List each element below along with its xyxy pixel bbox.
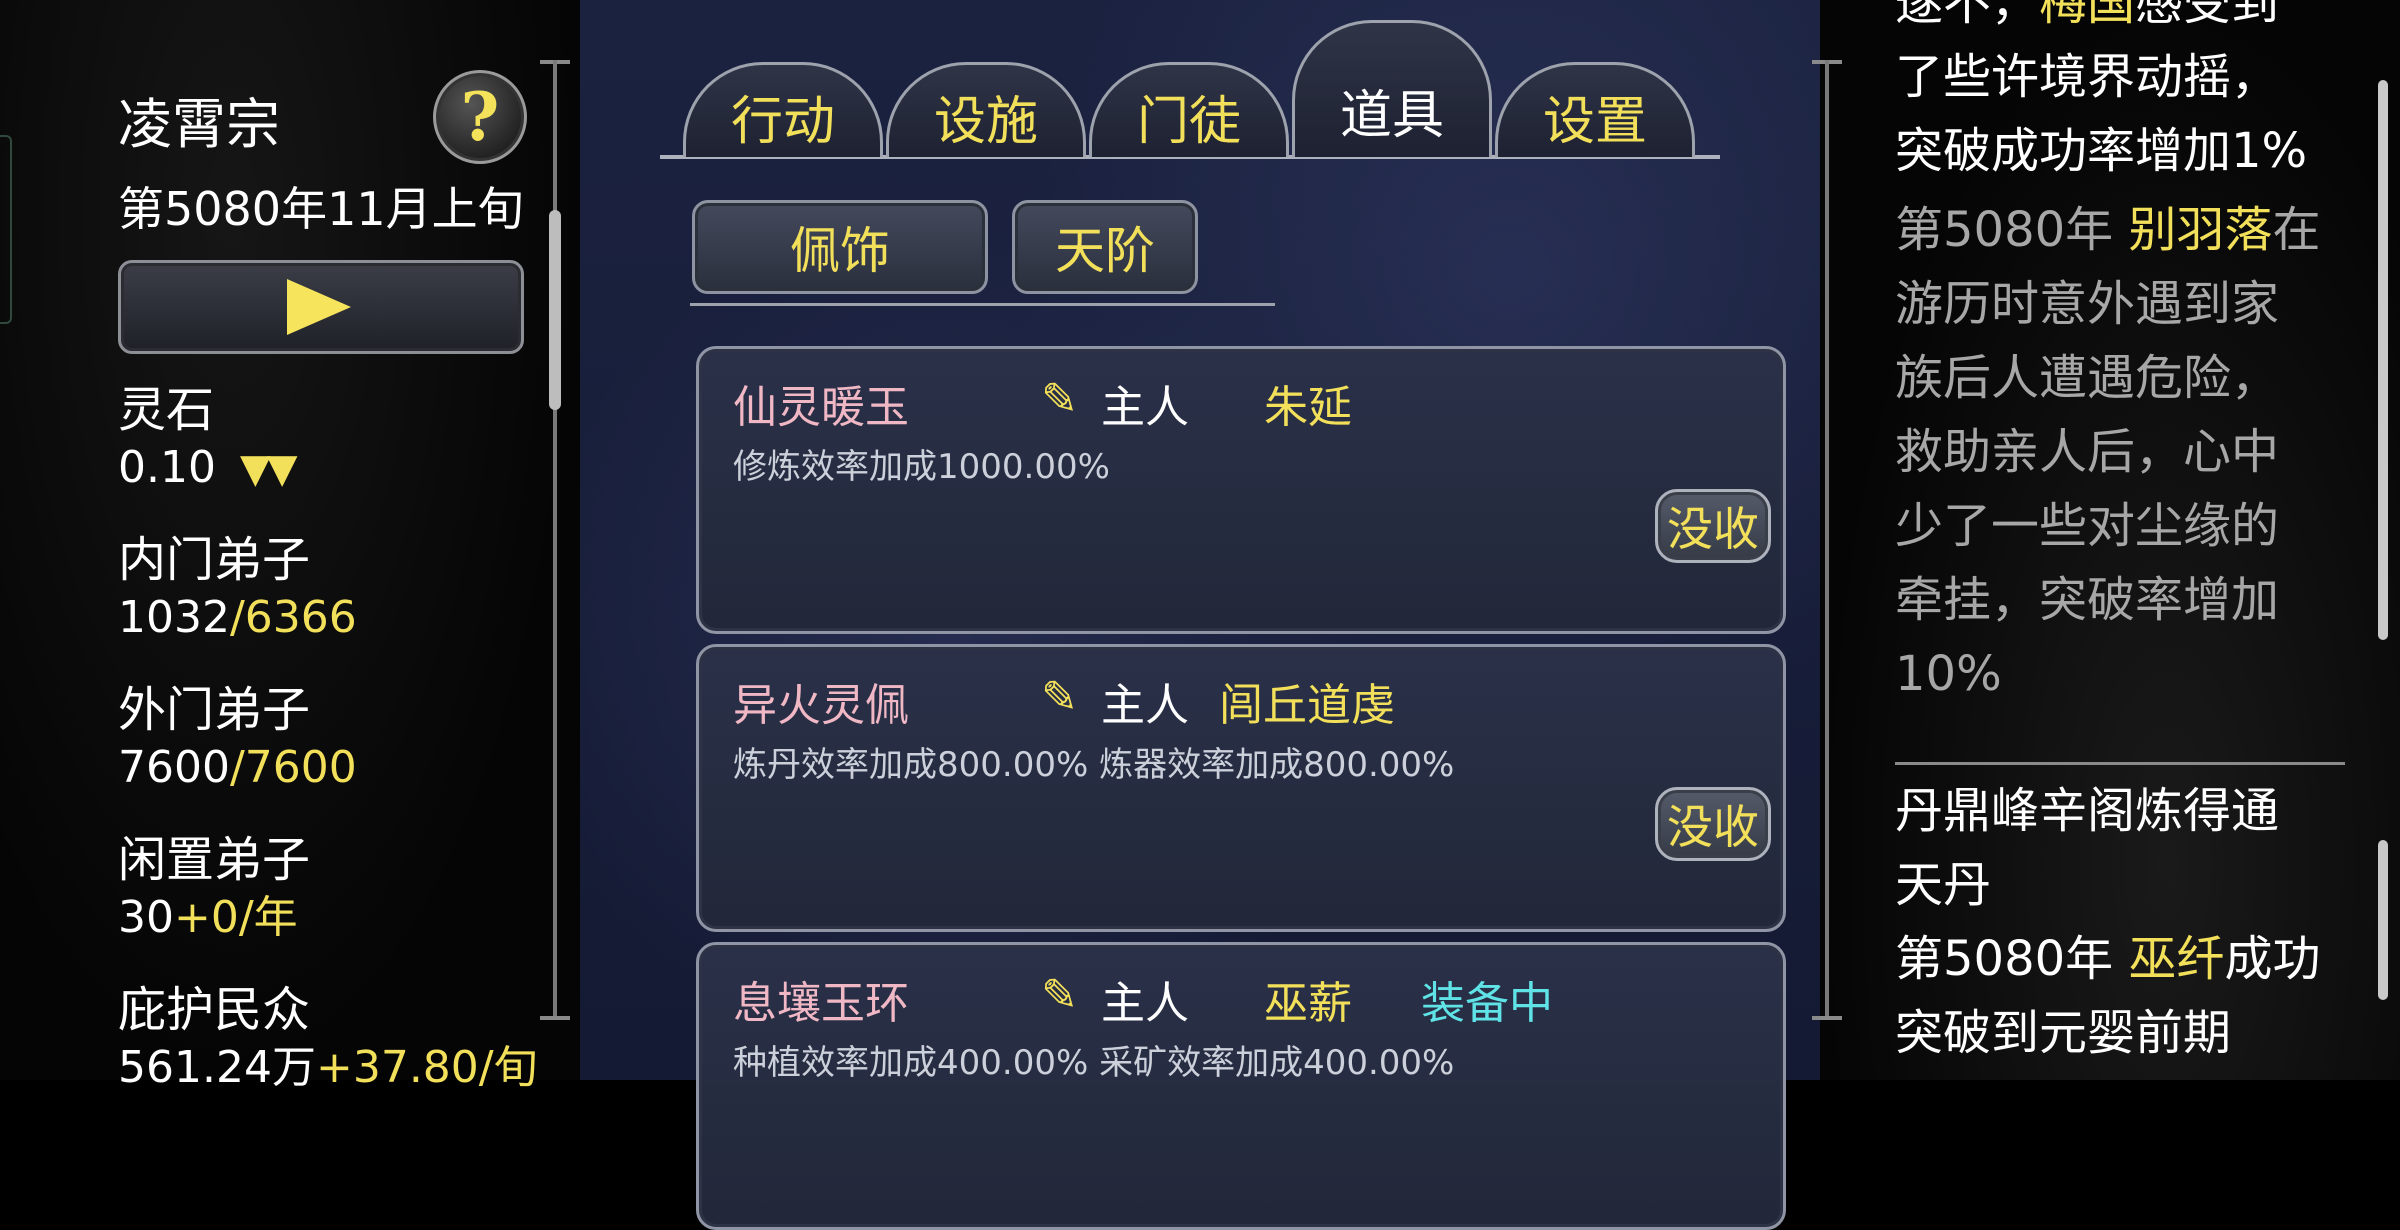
log-text: 救助亲人后，心中	[1895, 424, 2280, 480]
help-button[interactable]: ?	[433, 70, 527, 164]
log-name: 别羽落	[2128, 202, 2273, 258]
log-text: 游历时意外遇到家	[1895, 276, 2280, 332]
stat-label: 闲置弟子	[118, 832, 311, 888]
advance-time-button[interactable]	[118, 260, 524, 354]
stat-value: 7600	[118, 742, 230, 793]
item-effect: 炼丹效率加成800.00% 炼器效率加成800.00%	[733, 745, 1455, 785]
stat-label: 灵石	[118, 382, 215, 438]
edit-pencil-icon[interactable]: ✎	[1041, 973, 1087, 1019]
log-text: 感受到	[2135, 0, 2280, 31]
log-scrollbar-rail	[1812, 60, 1842, 1020]
log-divider	[1895, 762, 2345, 765]
log-text: 族后人遭遇危险，	[1895, 350, 2280, 406]
owner-label: 主人	[1101, 680, 1189, 731]
stat-outer-disciples: 外门弟子 7600/7600	[118, 680, 357, 796]
owner-name[interactable]: 朱延	[1264, 371, 1352, 435]
left-scrollbar[interactable]	[540, 60, 570, 1020]
item-card: 息壤玉环 ✎ 主人 巫薪 装备中 种植效率加成400.00% 采矿效率加成400…	[696, 942, 1786, 1230]
stat-rate: +0/年	[174, 892, 298, 943]
owner-name[interactable]: 闾丘道虔	[1219, 669, 1395, 733]
log-text: 天丹	[1895, 857, 1992, 913]
log-text: 了些许境界动摇，	[1895, 49, 2280, 105]
side-drawer-handle[interactable]	[0, 135, 12, 324]
play-icon	[287, 279, 351, 335]
item-card: 仙灵暖玉 ✎ 主人 朱延 修炼效率加成1000.00% 没收	[696, 346, 1786, 634]
equipped-status: 装备中	[1421, 978, 1553, 1029]
log-year: 第5080年	[1895, 931, 2129, 987]
question-mark-icon: ?	[460, 78, 500, 156]
tab-settings[interactable]: 设置	[1495, 62, 1695, 157]
owner-label: 主人	[1101, 978, 1189, 1029]
log-text: 成功	[2224, 931, 2321, 987]
stat-value: 30	[118, 892, 174, 943]
log-text: 突破到元婴前期	[1895, 1005, 2232, 1061]
stat-cap: /6366	[229, 592, 357, 643]
tab-facilities[interactable]: 设施	[886, 62, 1086, 157]
item-name: 异火灵佩	[733, 680, 909, 731]
stat-protected-people: 庇护民众 561.24万+37.80/旬	[118, 980, 538, 1096]
game-date: 第5080年11月上旬	[118, 182, 524, 236]
item-name: 息壤玉环	[733, 978, 909, 1029]
sect-name: 凌霄宗	[118, 93, 280, 156]
stat-value: 561.24万	[118, 1042, 316, 1093]
log-entry: 遂不，梅国感受到 了些许境界动摇， 突破成功率增加1%	[1895, 0, 2355, 188]
decrease-arrows-icon: ▼▼	[239, 446, 297, 492]
items-panel: 行动 设施 门徒 道具 设置 佩饰 天阶 仙灵暖玉 ✎ 主人 朱延 修炼效率加成…	[580, 0, 1820, 1230]
log-text: 在	[2272, 202, 2321, 258]
log-text: 牵挂，突破率增加	[1895, 572, 2280, 628]
confiscate-button[interactable]: 没收	[1655, 787, 1771, 861]
item-name: 仙灵暖玉	[733, 382, 909, 433]
stat-label: 外门弟子	[118, 682, 311, 738]
log-text: 遂不，	[1895, 0, 2040, 31]
log-name: 巫纤	[2128, 931, 2225, 987]
tab-items[interactable]: 道具	[1292, 20, 1492, 157]
owner-name[interactable]: 巫薪	[1264, 967, 1352, 1031]
owner-label: 主人	[1101, 382, 1189, 433]
log-scrollbar-lower[interactable]	[2378, 840, 2388, 1000]
log-text: 突破成功率增加1%	[1895, 123, 2308, 179]
edit-pencil-icon[interactable]: ✎	[1041, 675, 1087, 721]
confiscate-button[interactable]: 没收	[1655, 489, 1771, 563]
stat-idle-disciples: 闲置弟子 30+0/年	[118, 830, 310, 946]
subtab-accessories[interactable]: 佩饰	[692, 200, 988, 294]
stat-value: 0.10	[118, 442, 216, 493]
edit-pencil-icon[interactable]: ✎	[1041, 377, 1087, 423]
log-scrollbar-upper[interactable]	[2378, 80, 2388, 640]
stat-label: 庇护民众	[118, 982, 311, 1038]
subtab-divider	[690, 303, 1275, 306]
stat-label: 内门弟子	[118, 532, 311, 588]
scrollbar-thumb[interactable]	[549, 210, 561, 410]
tab-disciples[interactable]: 门徒	[1089, 62, 1289, 157]
subtab-heaven-grade[interactable]: 天阶	[1012, 200, 1198, 294]
log-text: 10%	[1895, 646, 2002, 702]
item-card: 异火灵佩 ✎ 主人 闾丘道虔 炼丹效率加成800.00% 炼器效率加成800.0…	[696, 644, 1786, 932]
item-effect: 修炼效率加成1000.00%	[733, 447, 1110, 487]
log-year: 第5080年	[1895, 202, 2129, 258]
tab-actions[interactable]: 行动	[683, 62, 883, 157]
item-effect: 种植效率加成400.00% 采矿效率加成400.00%	[733, 1043, 1455, 1083]
log-text: 丹鼎峰辛阁炼得通	[1895, 783, 2280, 839]
stat-rate: +37.80/旬	[315, 1042, 538, 1093]
stat-spirit-stones: 灵石 0.10 ▼▼	[118, 380, 297, 497]
stat-cap: /7600	[229, 742, 357, 793]
stat-value: 1032	[118, 592, 230, 643]
log-entry: 丹鼎峰辛阁炼得通 天丹 第5080年 巫纤成功 突破到元婴前期	[1895, 774, 2355, 1070]
log-text: 少了一些对尘缘的	[1895, 498, 2280, 554]
stat-inner-disciples: 内门弟子 1032/6366	[118, 530, 357, 646]
log-entry: 第5080年 别羽落在 游历时意外遇到家 族后人遭遇危险， 救助亲人后，心中 少…	[1895, 193, 2355, 711]
log-name: 梅国	[2039, 0, 2136, 31]
